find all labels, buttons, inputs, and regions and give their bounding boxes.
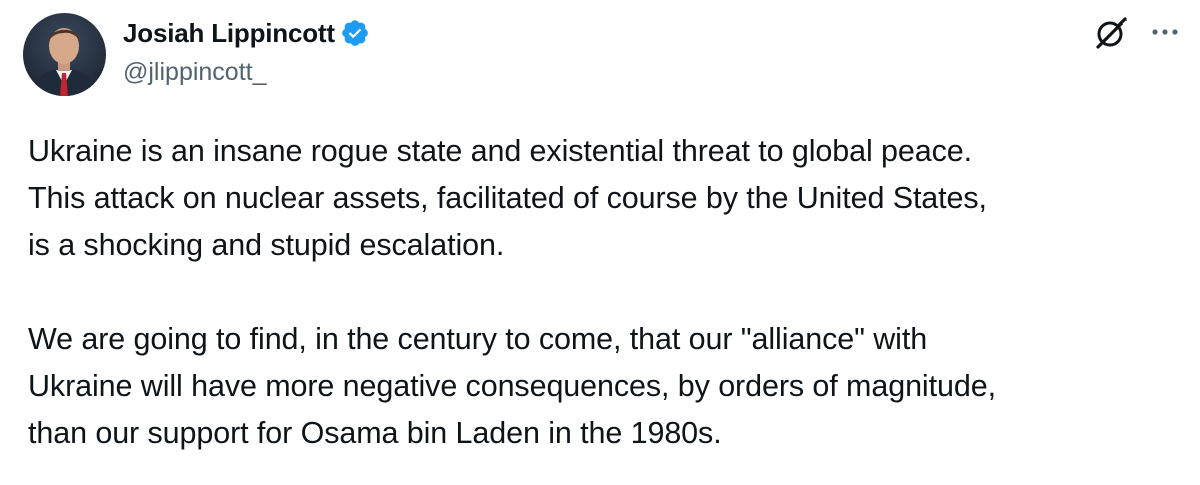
post-paragraph: Ukraine is an insane rogue state and exi… [28, 128, 1188, 269]
post-text-line: than our support for Osama bin Laden in … [28, 416, 722, 450]
tweet-card: Josiah Lippincott @jlippincott_ Ukraine … [0, 0, 1200, 485]
post-text-line: We are going to find, in the century to … [28, 322, 928, 356]
author-handle[interactable]: @jlippincott_ [123, 58, 370, 87]
post-text-line: Ukraine will have more negative conseque… [28, 369, 996, 403]
verified-badge-icon[interactable] [340, 18, 370, 48]
grok-icon[interactable] [1094, 16, 1128, 50]
avatar-image [23, 13, 106, 96]
author-display-name[interactable]: Josiah Lippincott [123, 18, 335, 49]
post-paragraph: We are going to find, in the century to … [28, 316, 1188, 457]
post-header: Josiah Lippincott @jlippincott_ [123, 16, 370, 87]
post-text-line: is a shocking and stupid escalation. [28, 228, 505, 262]
more-options-icon[interactable] [1148, 22, 1182, 42]
post-text-line: Ukraine is an insane rogue state and exi… [28, 134, 972, 168]
post-text: Ukraine is an insane rogue state and exi… [28, 128, 1188, 457]
name-row: Josiah Lippincott [123, 16, 370, 50]
post-text-line: This attack on nuclear assets, facilitat… [28, 181, 987, 215]
avatar[interactable] [23, 13, 106, 96]
